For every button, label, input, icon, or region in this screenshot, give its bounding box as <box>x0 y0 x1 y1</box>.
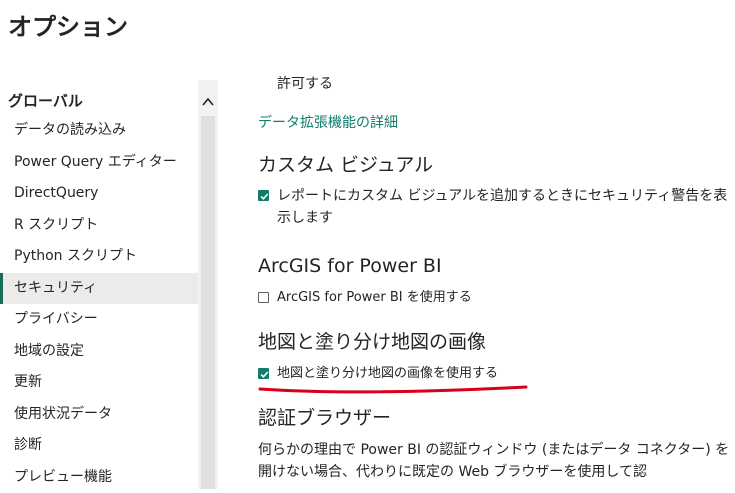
scroll-up-button[interactable] <box>198 90 218 112</box>
sidebar-item-power-query-editor[interactable]: Power Query エディター <box>0 147 198 179</box>
maps-checkbox[interactable] <box>258 368 269 379</box>
chevron-up-icon <box>201 90 215 112</box>
sidebar-item-r-script[interactable]: R スクリプト <box>0 210 198 242</box>
auth-browser-heading: 認証ブラウザー <box>258 403 391 430</box>
custom-visuals-warning-option[interactable]: レポートにカスタム ビジュアルを追加するときにセキュリティ警告を表示します <box>258 185 732 229</box>
sidebar-nav: データの読み込み Power Query エディター DirectQuery R… <box>0 115 198 493</box>
custom-visuals-heading: カスタム ビジュアル <box>258 150 433 177</box>
custom-visuals-checkbox[interactable] <box>258 190 269 201</box>
sidebar-section-global: グローバル <box>8 90 83 111</box>
sidebar-item-usage-data[interactable]: 使用状況データ <box>0 399 198 431</box>
page-title: オプション <box>8 7 128 42</box>
arcgis-checkbox[interactable] <box>258 292 269 303</box>
custom-visuals-checkbox-label: レポートにカスタム ビジュアルを追加するときにセキュリティ警告を表示します <box>277 185 732 229</box>
sidebar-item-preview-features[interactable]: プレビュー機能 <box>0 462 198 493</box>
sidebar-item-updates[interactable]: 更新 <box>0 367 198 399</box>
sidebar-item-security[interactable]: セキュリティ <box>0 273 198 305</box>
auth-browser-description: 何らかの理由で Power BI の認証ウィンドウ (またはデータ コネクター)… <box>258 439 730 483</box>
check-icon <box>259 191 270 202</box>
annotation-underline <box>258 379 528 395</box>
arcgis-heading: ArcGIS for Power BI <box>258 255 442 277</box>
maps-heading: 地図と塗り分け地図の画像 <box>258 327 486 354</box>
arcgis-checkbox-label: ArcGIS for Power BI を使用する <box>277 287 472 309</box>
sidebar-item-data-load[interactable]: データの読み込み <box>0 115 198 147</box>
sidebar-item-privacy[interactable]: プライバシー <box>0 304 198 336</box>
arcgis-option[interactable]: ArcGIS for Power BI を使用する <box>258 287 472 309</box>
allow-text: 許可する <box>277 73 333 93</box>
scroll-thumb[interactable] <box>201 116 215 489</box>
sidebar-scrollbar[interactable] <box>198 80 218 489</box>
data-extensions-link[interactable]: データ拡張機能の詳細 <box>258 112 398 132</box>
sidebar-item-regional-settings[interactable]: 地域の設定 <box>0 336 198 368</box>
sidebar-item-directquery[interactable]: DirectQuery <box>0 178 198 210</box>
sidebar-item-python-script[interactable]: Python スクリプト <box>0 241 198 273</box>
sidebar-item-diagnostics[interactable]: 診断 <box>0 430 198 462</box>
sidebar: グローバル データの読み込み Power Query エディター DirectQ… <box>0 80 218 489</box>
